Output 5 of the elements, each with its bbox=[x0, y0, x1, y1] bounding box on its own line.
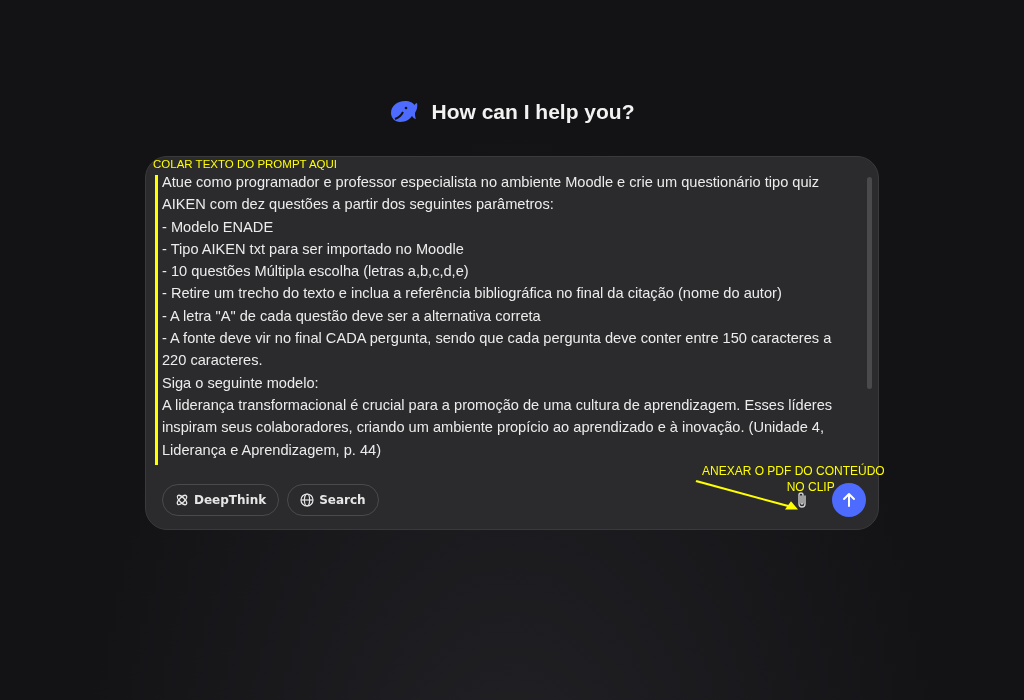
annotation-label: COLAR TEXTO DO PROMPT AQUI bbox=[153, 158, 338, 170]
prompt-input-field[interactable]: Atue como programador e professor especialista no ambiente Moodle e crie um questionário tipo quiz AIKEN com dez questões a partir dos seguintes parâmetros: - Modelo ENADE - Tipo AIKEN txt para ser importado no Moodle - 10 questões Múltipla escolha (letras a,b,c,d,e) - Retire um trecho do texto e inclua a referência bibliográfica no final da citação (nome do autor) - A letra "A" de cada questão deve ser a alternativa correta - A fonte deve vir no final CADA pergunta, sendo que cada pergunta deve conter entre 150 caracteres a 220 caracteres. Siga o seguinte modelo: A liderança transformacional é crucial para a promoção de uma cultura de aprendizagem. Esses líderes inspiram seus colaboradores, criando um ambiente propício ao aprendizado e à inovação. (Unidade 4, Liderança e Aprendizagem, p. 44) bbox=[162, 171, 866, 461]
annotation-label: ANEXAR O PDF DO CONTEÚDO bbox=[702, 463, 885, 479]
annotation-label: NO CLIP bbox=[786, 479, 835, 495]
greeting-heading: How can I help you? bbox=[431, 100, 635, 124]
